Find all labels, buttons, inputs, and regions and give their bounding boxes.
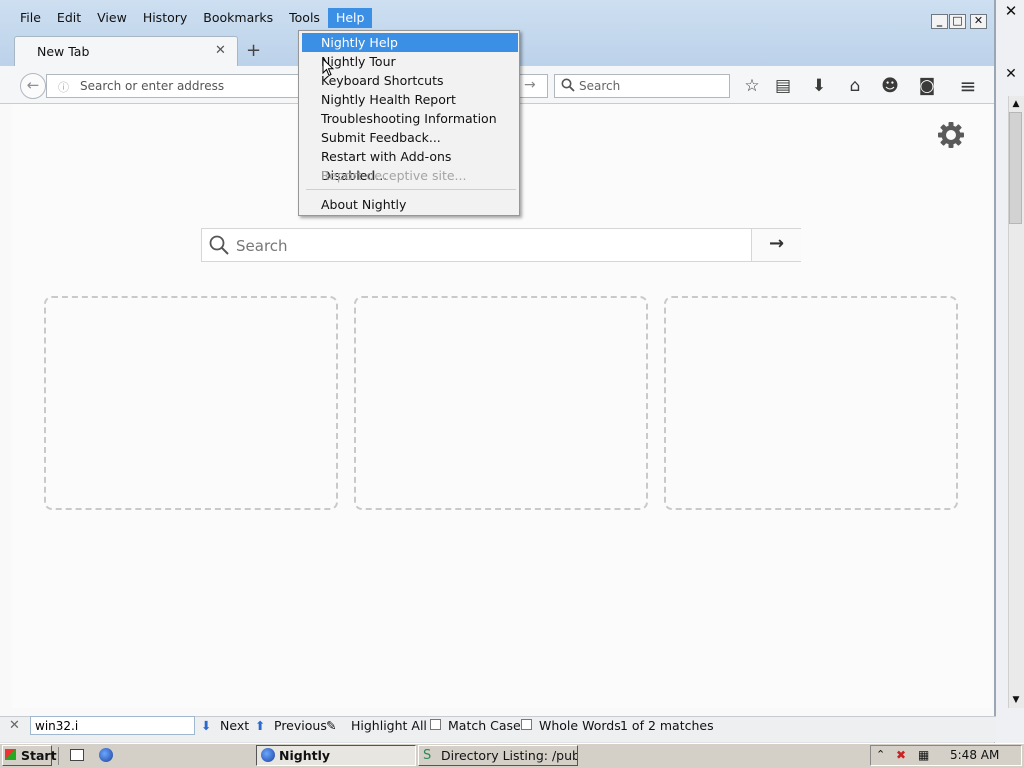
- empty-tile-1: [44, 296, 338, 510]
- back-arrow-icon[interactable]: ←: [20, 73, 46, 99]
- menu-edit[interactable]: Edit: [49, 8, 89, 28]
- identity-info-icon[interactable]: ⓘ: [58, 79, 69, 95]
- url-input[interactable]: [80, 77, 290, 94]
- menu-history[interactable]: History: [135, 8, 195, 28]
- search-icon: [561, 78, 575, 92]
- menu-separator: [306, 189, 516, 190]
- taskbar-task-nightly-label: Nightly: [279, 748, 331, 763]
- match-case-label[interactable]: Match Case: [448, 718, 521, 733]
- taskbar-task-nightly[interactable]: Nightly: [256, 745, 416, 766]
- help-menu-item-troubleshooting[interactable]: Troubleshooting Information: [302, 109, 518, 128]
- directory-listing-icon: S: [423, 748, 432, 763]
- reading-list-icon[interactable]: ▤: [772, 75, 794, 97]
- find-next-button[interactable]: Next: [220, 718, 249, 733]
- windows-logo-icon: [5, 749, 16, 760]
- minimize-button[interactable]: _: [931, 14, 948, 29]
- find-previous-arrow-icon[interactable]: ⬆: [255, 718, 265, 733]
- tray-app-icon[interactable]: ▦: [918, 748, 929, 762]
- clock[interactable]: 5:48 AM: [950, 748, 999, 762]
- help-menu-item-keyboard-shortcuts[interactable]: Keyboard Shortcuts: [302, 71, 518, 90]
- menu-help[interactable]: Help: [327, 8, 373, 28]
- background-scrollbar-thumb[interactable]: [1009, 112, 1022, 224]
- find-next-arrow-icon[interactable]: ⬇: [201, 718, 211, 733]
- find-previous-button[interactable]: Previous: [274, 718, 327, 733]
- mouse-cursor-icon: [322, 58, 334, 77]
- help-menu-item-nightly-tour[interactable]: Nightly Tour: [302, 52, 518, 71]
- hello-icon[interactable]: ☻: [879, 75, 901, 97]
- search-input[interactable]: [579, 78, 719, 94]
- go-arrow-icon[interactable]: →: [524, 77, 536, 93]
- help-menu-item-report-deceptive-site: Report deceptive site...: [321, 168, 467, 183]
- help-menu-item-about-nightly[interactable]: About Nightly: [302, 195, 518, 214]
- new-tab-plus-icon[interactable]: +: [246, 40, 261, 61]
- empty-tile-2: [354, 296, 648, 510]
- highlight-all-icon[interactable]: ✎: [326, 718, 336, 733]
- quick-launch-nightly-icon[interactable]: [99, 748, 113, 762]
- find-input[interactable]: [30, 716, 195, 735]
- background-window-close-icon[interactable]: ✕: [1001, 2, 1021, 20]
- background-window-close-icon-2[interactable]: ✕: [1000, 66, 1022, 84]
- taskbar-task-directory-listing[interactable]: Directory Listing: /pub/...: [418, 745, 578, 766]
- help-menu-item-health-report[interactable]: Nightly Health Report: [302, 90, 518, 109]
- show-desktop-icon[interactable]: [70, 749, 84, 761]
- help-menu-item-restart-addons-disabled[interactable]: Restart with Add-ons Disabled...: [302, 147, 518, 183]
- scroll-up-icon[interactable]: ▲: [1008, 96, 1024, 112]
- maximize-button[interactable]: □: [949, 14, 966, 29]
- taskbar-divider: [58, 747, 59, 765]
- newtab-search-icon: [209, 235, 229, 255]
- tray-expand-icon[interactable]: ⌃: [876, 748, 885, 761]
- nightly-globe-icon: [261, 748, 275, 762]
- highlight-all-button[interactable]: Highlight All: [351, 718, 427, 733]
- newtab-search-go-arrow-icon[interactable]: →: [751, 229, 801, 261]
- close-window-button[interactable]: ✕: [970, 14, 987, 29]
- downloads-icon[interactable]: ⬇: [808, 75, 830, 97]
- newtab-search-input[interactable]: [236, 236, 736, 256]
- find-bar-close-icon[interactable]: ✕: [9, 718, 20, 733]
- scroll-down-icon[interactable]: ▼: [1008, 692, 1024, 708]
- find-match-status: 1 of 2 matches: [620, 718, 714, 733]
- menu-view[interactable]: View: [89, 8, 135, 28]
- tab-new-tab[interactable]: New Tab ✕: [14, 36, 238, 66]
- whole-words-label[interactable]: Whole Words: [539, 718, 621, 733]
- bookmark-star-icon[interactable]: ☆: [741, 75, 763, 97]
- network-warning-icon[interactable]: ✖: [896, 748, 906, 762]
- tab-close-icon[interactable]: ✕: [215, 43, 226, 58]
- match-case-checkbox[interactable]: [430, 719, 441, 730]
- help-menu-item-submit-feedback[interactable]: Submit Feedback...: [302, 128, 518, 147]
- menu-bar: File Edit View History Bookmarks Tools H…: [12, 8, 373, 28]
- home-icon[interactable]: ⌂: [844, 75, 866, 97]
- help-menu-item-nightly-help[interactable]: Nightly Help: [302, 33, 518, 52]
- gear-icon[interactable]: [936, 120, 966, 150]
- tab-title: New Tab: [37, 44, 90, 59]
- start-label: Start: [21, 748, 57, 763]
- taskbar-task-directory-label: Directory Listing: /pub/...: [441, 748, 578, 763]
- menu-bookmarks[interactable]: Bookmarks: [195, 8, 281, 28]
- menu-tools[interactable]: Tools: [281, 8, 328, 28]
- empty-tile-3: [664, 296, 958, 510]
- hamburger-menu-icon[interactable]: ≡: [957, 75, 979, 97]
- pocket-icon[interactable]: ◙: [916, 75, 938, 97]
- whole-words-checkbox[interactable]: [521, 719, 532, 730]
- menu-file[interactable]: File: [12, 8, 49, 28]
